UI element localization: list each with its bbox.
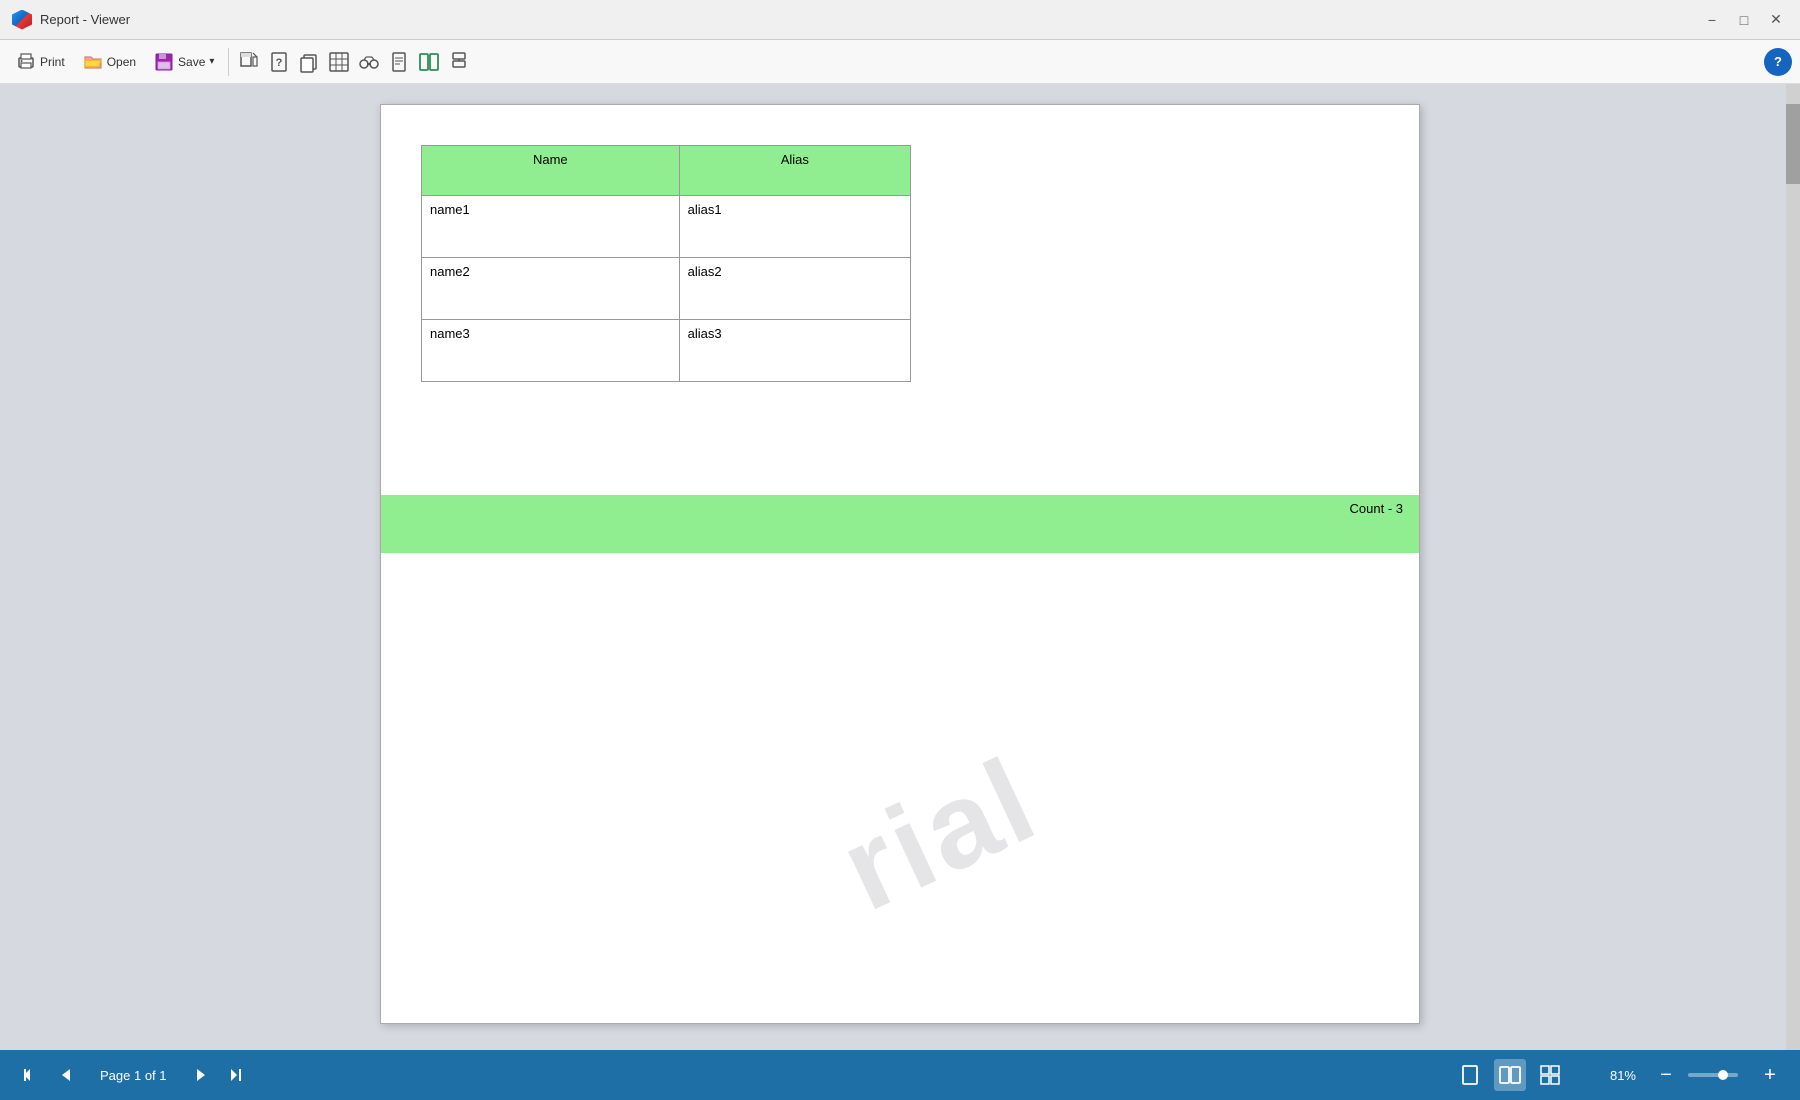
svg-text:?: ?	[276, 57, 283, 69]
zoom-in-button[interactable]: +	[1756, 1061, 1784, 1089]
main-area: Name Alias name1 alias1 name2 alias2 nam…	[0, 84, 1800, 1050]
report-page: Name Alias name1 alias1 name2 alias2 nam…	[380, 104, 1420, 1024]
table-row: name1 alias1	[422, 196, 911, 258]
bottom-single-page-button[interactable]	[1454, 1059, 1486, 1091]
save-arrow: ▾	[209, 56, 214, 67]
save-label: Save	[178, 55, 205, 69]
maximize-button[interactable]: □	[1732, 8, 1756, 32]
print-button[interactable]: Print	[8, 48, 73, 76]
save-icon	[154, 52, 174, 72]
zoom-slider[interactable]	[1688, 1073, 1738, 1077]
title-bar-text: Report - Viewer	[40, 12, 1700, 27]
open-button[interactable]: Open	[75, 48, 144, 76]
table-row: name2 alias2	[422, 258, 911, 320]
close-button[interactable]: ✕	[1764, 8, 1788, 32]
cell-name-2: name2	[422, 258, 680, 320]
separator-1	[228, 48, 229, 76]
single-page-button[interactable]	[385, 48, 413, 76]
title-bar: Report - Viewer − □ ✕	[0, 0, 1800, 40]
nav-last-button[interactable]	[223, 1061, 251, 1089]
bottom-dual-page-button[interactable]	[1494, 1059, 1526, 1091]
nav-first-button[interactable]	[16, 1061, 44, 1089]
count-label: Count - 3	[1350, 501, 1403, 516]
nav-prev-button[interactable]	[52, 1061, 80, 1089]
page-viewer[interactable]: Name Alias name1 alias1 name2 alias2 nam…	[0, 84, 1800, 1050]
open-icon	[83, 52, 103, 72]
print-label: Print	[40, 55, 65, 69]
copy-button[interactable]	[295, 48, 323, 76]
column-header-alias: Alias	[679, 146, 910, 196]
report-footer: Count - 3	[381, 495, 1419, 553]
zoom-slider-thumb[interactable]	[1718, 1070, 1728, 1080]
title-bar-controls: − □ ✕	[1700, 8, 1788, 32]
cell-alias-1: alias1	[679, 196, 910, 258]
table-row: name3 alias3	[422, 320, 911, 382]
report-table: Name Alias name1 alias1 name2 alias2 nam…	[421, 145, 911, 382]
column-header-name: Name	[422, 146, 680, 196]
watermark: rial	[821, 730, 1057, 938]
grid-toggle-button[interactable]	[325, 48, 353, 76]
scrollbar-thumb[interactable]	[1786, 104, 1800, 184]
cell-name-1: name1	[422, 196, 680, 258]
page-info: Page 1 of 1	[88, 1068, 179, 1083]
nav-next-button[interactable]	[187, 1061, 215, 1089]
dual-page-button[interactable]	[415, 48, 443, 76]
watermark-text: rial	[822, 732, 1056, 936]
continuous-scroll-button[interactable]	[445, 48, 473, 76]
zoom-level: 81%	[1602, 1068, 1644, 1083]
toolbar: Print Open Save ▾	[0, 40, 1800, 84]
cell-alias-3: alias3	[679, 320, 910, 382]
help-label: ?	[1774, 54, 1782, 69]
minimize-button[interactable]: −	[1700, 8, 1724, 32]
cell-name-3: name3	[422, 320, 680, 382]
bottom-bar: Page 1 of 1 81% −	[0, 1050, 1800, 1100]
help-button[interactable]: ?	[1764, 48, 1792, 76]
zoom-out-button[interactable]: −	[1652, 1061, 1680, 1089]
page-layout-button[interactable]	[235, 48, 263, 76]
cell-alias-2: alias2	[679, 258, 910, 320]
bottom-grid-view-button[interactable]	[1534, 1059, 1566, 1091]
scrollbar[interactable]	[1786, 84, 1800, 1050]
print-icon	[16, 52, 36, 72]
open-label: Open	[107, 55, 136, 69]
search-button[interactable]	[355, 48, 383, 76]
help-doc-button[interactable]: ?	[265, 48, 293, 76]
zoom-slider-container	[1688, 1073, 1748, 1077]
save-button[interactable]: Save ▾	[146, 48, 222, 76]
app-logo	[12, 10, 32, 30]
